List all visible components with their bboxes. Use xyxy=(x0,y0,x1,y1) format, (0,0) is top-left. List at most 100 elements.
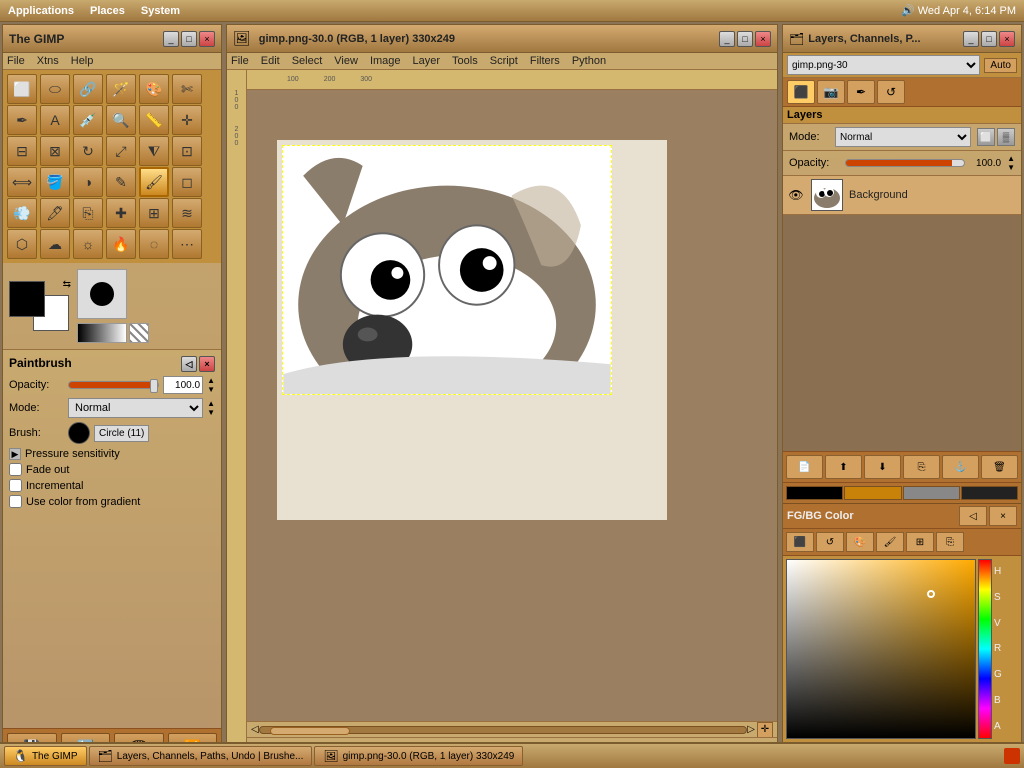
canvas-image-menu[interactable]: Image xyxy=(370,55,401,67)
layers-close-btn[interactable]: × xyxy=(999,31,1015,47)
lower-layer-btn[interactable]: ⬇ xyxy=(864,455,901,479)
dodge-tool[interactable]: ☼ xyxy=(73,229,103,259)
color-picker-tool[interactable]: 💉 xyxy=(73,105,103,135)
layers-opacity-spin-down[interactable]: ▼ xyxy=(1007,163,1015,172)
free-select-tool[interactable]: 🔗 xyxy=(73,74,103,104)
scale-tool[interactable]: ⤢ xyxy=(106,136,136,166)
smudge-tool[interactable]: ☁ xyxy=(40,229,70,259)
scroll-right-btn[interactable]: ▷ xyxy=(747,724,755,735)
swatch-black[interactable] xyxy=(786,486,843,500)
mode-extra-1[interactable]: ⬜ xyxy=(977,128,995,146)
layers-tab[interactable]: ⬛ xyxy=(787,80,815,104)
extra-tool[interactable]: ⋯ xyxy=(172,229,202,259)
mode-extra-2[interactable]: ▒ xyxy=(997,128,1015,146)
pressure-arrow[interactable]: ▶ xyxy=(9,448,21,460)
flip-tool[interactable]: ⟺ xyxy=(7,167,37,197)
swatch-darkgray[interactable] xyxy=(961,486,1018,500)
new-layer-btn[interactable]: 📄 xyxy=(786,455,823,479)
brush-name[interactable]: Circle (11) xyxy=(94,425,149,442)
fgbg-close-btn[interactable]: × xyxy=(989,506,1017,526)
rect-select-tool[interactable]: ⬜ xyxy=(7,74,37,104)
navigate-btn[interactable]: ✛ xyxy=(757,722,773,738)
places-menu[interactable]: Places xyxy=(90,5,125,17)
eraser-tool[interactable]: ◻ xyxy=(172,167,202,197)
scroll-left-btn[interactable]: ◁ xyxy=(251,724,259,735)
swatch-gray[interactable] xyxy=(903,486,960,500)
canvas-close-btn[interactable]: × xyxy=(755,31,771,47)
layer-visibility-toggle[interactable]: 👁 xyxy=(787,186,805,204)
text-tool[interactable]: A xyxy=(40,105,70,135)
pencil-tool[interactable]: ✎ xyxy=(106,167,136,197)
toolbox-xtns-menu[interactable]: Xtns xyxy=(37,55,59,67)
system-menu[interactable]: System xyxy=(141,5,180,17)
magnify-tool[interactable]: 🔍 xyxy=(106,105,136,135)
canvas-view-menu[interactable]: View xyxy=(334,55,358,67)
airbrush-tool[interactable]: 💨 xyxy=(7,198,37,228)
fgbg-scroll-btn[interactable]: ◁ xyxy=(959,506,987,526)
opacity-spin-up[interactable]: ▲ xyxy=(207,376,215,385)
heal-tool[interactable]: ✚ xyxy=(106,198,136,228)
mode-spin-up[interactable]: ▲ xyxy=(207,399,215,408)
layers-auto-btn[interactable]: Auto xyxy=(984,58,1017,73)
anchor-layer-btn[interactable]: ⚓ xyxy=(942,455,979,479)
canvas-content[interactable] xyxy=(247,90,777,721)
color-reset-btn[interactable]: ⬛ xyxy=(786,532,814,552)
duplicate-layer-btn[interactable]: ⎘ xyxy=(903,455,940,479)
align-tool[interactable]: ⊟ xyxy=(7,136,37,166)
canvas-script-menu[interactable]: Script xyxy=(490,55,518,67)
color-hue-bar[interactable] xyxy=(978,559,992,739)
taskbar-layers[interactable]: 🗂 Layers, Channels, Paths, Undo | Brushe… xyxy=(89,746,313,766)
bucket-fill-tool[interactable]: 🪣 xyxy=(40,167,70,197)
layers-file-select[interactable]: gimp.png-30 xyxy=(787,55,980,75)
layers-maximize-btn[interactable]: □ xyxy=(981,31,997,47)
paths-tab[interactable]: ✒ xyxy=(847,80,875,104)
canvas-maximize-btn[interactable]: □ xyxy=(737,31,753,47)
perspective-clone-tool[interactable]: ⊞ xyxy=(139,198,169,228)
select-by-color-tool[interactable]: 🎨 xyxy=(139,74,169,104)
opacity-slider-thumb[interactable] xyxy=(150,379,158,393)
rotate-tool[interactable]: ↻ xyxy=(73,136,103,166)
opacity-slider-track[interactable] xyxy=(68,381,159,389)
layers-mode-select[interactable]: Normal xyxy=(835,127,971,147)
swatch-orange[interactable] xyxy=(844,486,901,500)
canvas-edit-menu[interactable]: Edit xyxy=(261,55,280,67)
fade-checkbox[interactable] xyxy=(9,463,22,476)
delete-layer-btn[interactable]: 🗑 xyxy=(981,455,1018,479)
color-swap-btn[interactable]: ↺ xyxy=(816,532,844,552)
layers-opacity-slider[interactable] xyxy=(845,159,965,167)
pattern-preview[interactable] xyxy=(129,323,149,343)
canvas-file-menu[interactable]: File xyxy=(231,55,249,67)
toolbox-file-menu[interactable]: File xyxy=(7,55,25,67)
color-settings-btn[interactable]: ⊞ xyxy=(906,532,934,552)
taskbar-gimp[interactable]: 🐧 The GIMP xyxy=(4,746,87,766)
tool-options-close-btn[interactable]: × xyxy=(199,356,215,372)
undo-tab[interactable]: ↺ xyxy=(877,80,905,104)
layers-minimize-btn[interactable]: _ xyxy=(963,31,979,47)
canvas-select-menu[interactable]: Select xyxy=(292,55,323,67)
sharpen-tool[interactable]: ⬡ xyxy=(7,229,37,259)
ellipse-select-tool[interactable]: ⬭ xyxy=(40,74,70,104)
tool-options-scroll-btn[interactable]: ◁ xyxy=(181,356,197,372)
opacity-input[interactable] xyxy=(163,376,203,394)
layers-opacity-spin-up[interactable]: ▲ xyxy=(1007,154,1015,163)
taskbar-power[interactable] xyxy=(1004,748,1020,764)
apps-menu[interactable]: Applications xyxy=(8,5,74,17)
scroll-thumb-h[interactable] xyxy=(270,727,350,735)
color-paint-btn[interactable]: 🖌 xyxy=(876,532,904,552)
mode-select[interactable]: Normal xyxy=(68,398,203,418)
toolbox-close-btn[interactable]: × xyxy=(199,31,215,47)
incremental-checkbox[interactable] xyxy=(9,479,22,492)
shear-tool[interactable]: ⧨ xyxy=(139,136,169,166)
scroll-track-h[interactable] xyxy=(259,726,748,734)
sponge-tool[interactable]: ◌ xyxy=(139,229,169,259)
fg-bg-colors[interactable]: ⇆ xyxy=(9,281,69,331)
color-gradient-box[interactable] xyxy=(786,559,976,739)
toolbox-help-menu[interactable]: Help xyxy=(71,55,94,67)
color-picker-btn[interactable]: 🎨 xyxy=(846,532,874,552)
canvas-python-menu[interactable]: Python xyxy=(572,55,606,67)
layer-item[interactable]: 👁 Background xyxy=(783,176,1021,215)
opacity-spin-down[interactable]: ▼ xyxy=(207,385,215,394)
blur-tool[interactable]: ≋ xyxy=(172,198,202,228)
paths-tool[interactable]: ✒ xyxy=(7,105,37,135)
gradient-preview[interactable] xyxy=(77,323,127,343)
